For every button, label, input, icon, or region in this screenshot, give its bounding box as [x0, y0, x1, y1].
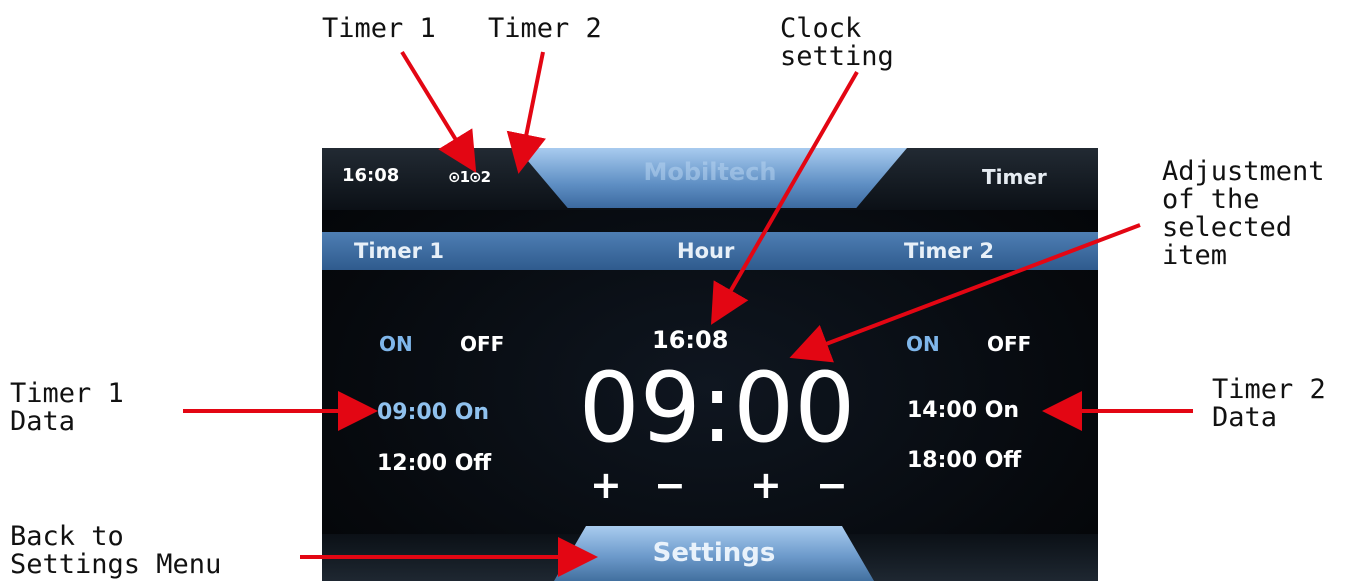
annotation-arrows: [183, 50, 1193, 577]
arrow-timer1: [400, 50, 477, 173]
arrow-clock-setting: [711, 71, 859, 325]
arrow-timer2: [506, 51, 546, 174]
arrow-adjustment: [789, 223, 1141, 363]
